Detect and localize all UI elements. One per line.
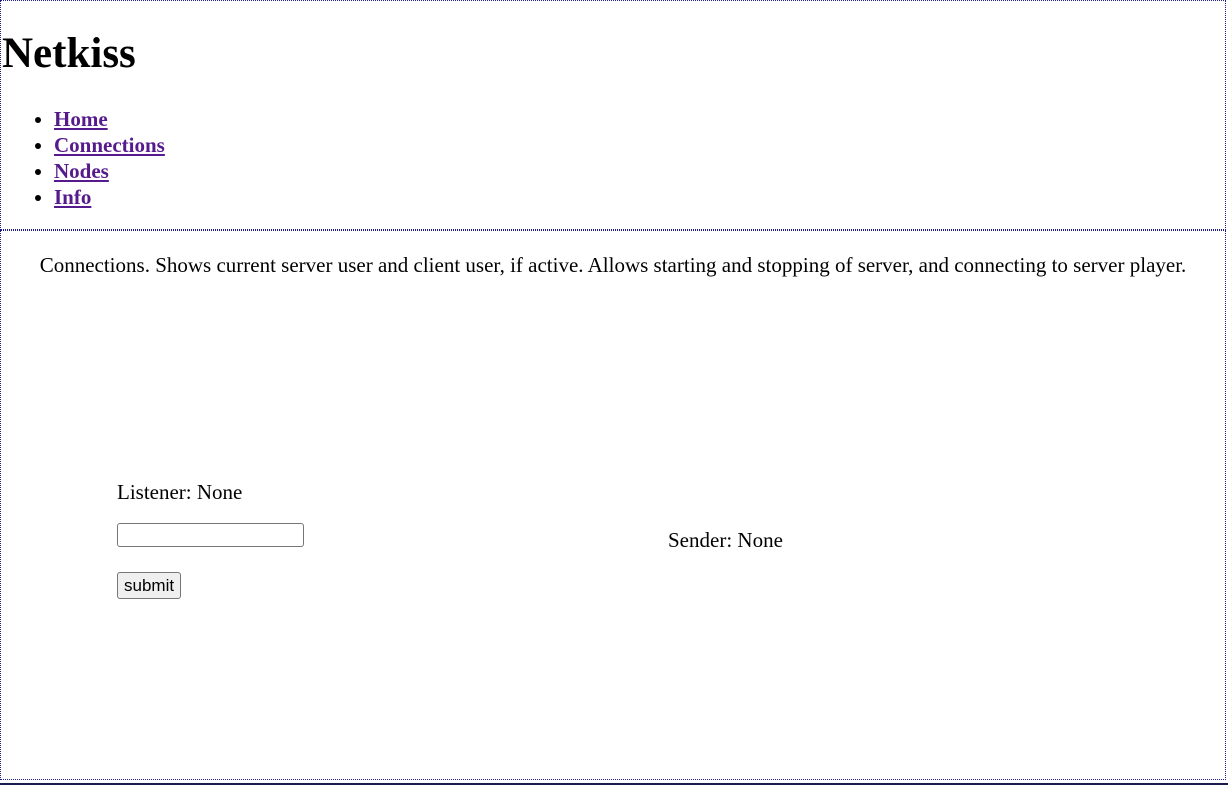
nav-item-connections: Connections bbox=[54, 132, 165, 158]
nav-link-nodes[interactable]: Nodes bbox=[54, 159, 109, 183]
page-description: Connections. Shows current server user a… bbox=[39, 253, 1187, 277]
nav-link-home[interactable]: Home bbox=[54, 107, 108, 131]
main-nav: Home Connections Nodes Info bbox=[14, 106, 165, 210]
nav-link-connections[interactable]: Connections bbox=[54, 133, 165, 157]
bottom-divider bbox=[0, 783, 1228, 785]
listener-input[interactable] bbox=[117, 523, 304, 547]
listener-status: Listener: None bbox=[117, 480, 243, 504]
nav-item-home: Home bbox=[54, 106, 165, 132]
main-content: Connections. Shows current server user a… bbox=[0, 230, 1226, 780]
site-title: Netkiss bbox=[2, 30, 136, 77]
header: Netkiss Home Connections Nodes Info bbox=[0, 0, 1226, 230]
submit-button[interactable]: submit bbox=[117, 572, 182, 599]
nav-link-info[interactable]: Info bbox=[54, 185, 91, 209]
nav-item-nodes: Nodes bbox=[54, 158, 165, 184]
nav-item-info: Info bbox=[54, 184, 165, 210]
sender-status: Sender: None bbox=[668, 528, 783, 552]
